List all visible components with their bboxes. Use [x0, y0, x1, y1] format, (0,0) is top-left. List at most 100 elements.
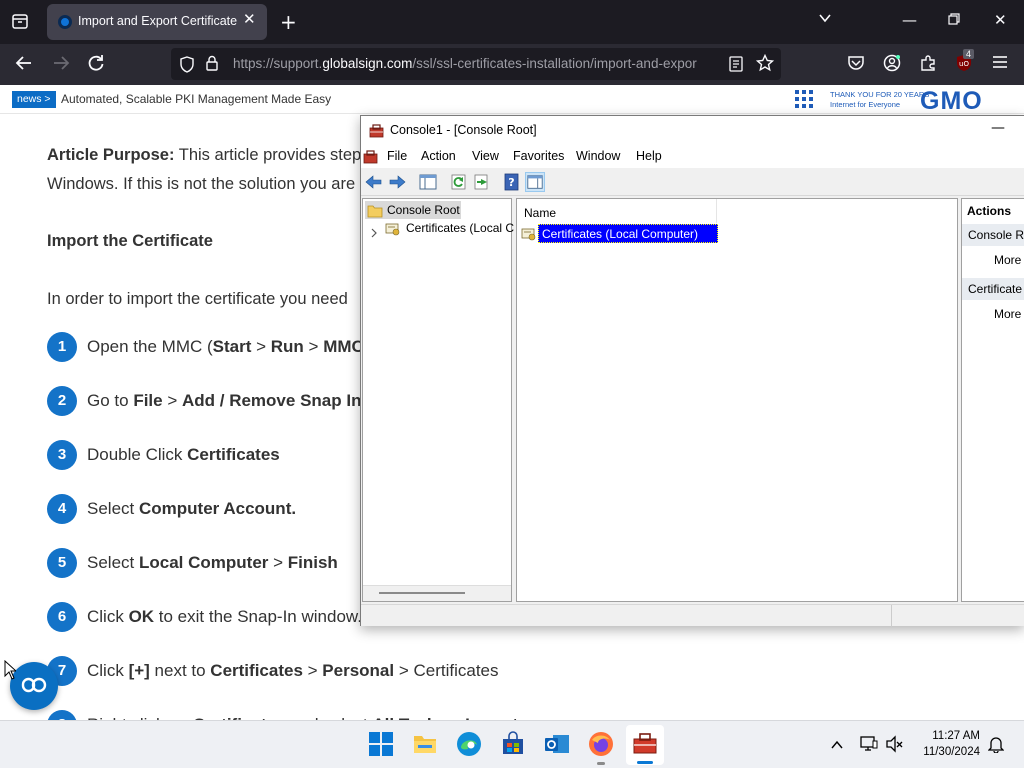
tree-item-console-root[interactable]: Console Root — [365, 201, 461, 219]
svg-text:?: ? — [508, 176, 514, 189]
firefox-icon[interactable] — [588, 731, 614, 765]
menu-action[interactable]: Action — [421, 149, 456, 163]
site-announcement-bar: news > Automated, Scalable PKI Managemen… — [0, 85, 1024, 116]
column-header-label: Name — [524, 206, 557, 220]
mmc-small-toolbox-icon[interactable] — [363, 149, 378, 168]
step-number-badge: 3 — [47, 440, 77, 470]
step-text: Click [+] next to Certificates > Persona… — [87, 661, 499, 680]
account-icon[interactable] — [883, 54, 901, 77]
mmc-show-hide-action-pane-icon[interactable] — [525, 172, 545, 192]
new-tab-icon[interactable]: + — [280, 10, 297, 34]
tab-active[interactable]: Import and Export Certificate - ✕ — [47, 4, 267, 40]
address-bar[interactable]: https://support.globalsign.com/ssl/ssl-c… — [171, 48, 781, 80]
windows-start-icon[interactable] — [368, 731, 394, 757]
tab-overflow-chevron-icon[interactable] — [818, 11, 832, 29]
actions-more-console-root[interactable]: More — [994, 253, 1021, 267]
actions-header: Actions — [967, 204, 1012, 218]
mmc-window[interactable]: Console1 - [Console Root] — File Action … — [360, 115, 1024, 627]
step-text: Click OK to exit the Snap-In window. — [87, 607, 362, 626]
mmc-refresh-icon[interactable] — [449, 172, 469, 192]
chat-icon — [21, 677, 47, 693]
news-headline[interactable]: Automated, Scalable PKI Management Made … — [61, 92, 331, 106]
extensions-puzzle-icon[interactable] — [919, 54, 937, 77]
mmc-menubar: File Action View Favorites Window Help — [361, 146, 1024, 168]
edge-browser-icon[interactable] — [456, 731, 482, 757]
browser-tab-strip: Import and Export Certificate - ✕ + — ✕ — [0, 0, 1024, 44]
globalsign-favicon-icon — [58, 15, 72, 29]
mmc-titlebar[interactable]: Console1 - [Console Root] — — [361, 116, 1024, 146]
gmo-logo[interactable]: GMO — [920, 87, 983, 116]
step-text: Double Click Certificates — [87, 445, 280, 464]
mmc-minimize-icon[interactable]: — — [991, 120, 1005, 136]
mmc-toolbar: ? — [361, 168, 1024, 196]
back-arrow-icon[interactable] — [15, 54, 33, 77]
tab-list-icon[interactable] — [12, 12, 28, 30]
step-number-badge: 2 — [47, 386, 77, 416]
windows-taskbar: 11:27 AM 11/30/2024 — [0, 720, 1024, 768]
actions-section-certificates[interactable]: Certificate — [962, 278, 1024, 300]
console-tree-pane[interactable]: Console Root Certificates (Local C — [362, 198, 515, 602]
menu-favorites[interactable]: Favorites — [513, 149, 564, 163]
certificate-icon — [385, 221, 401, 240]
notification-bell-icon[interactable] — [987, 735, 1005, 757]
tree-item-certificates[interactable]: Certificates (Local C — [383, 219, 515, 240]
lock-icon[interactable] — [205, 55, 219, 76]
navigation-toolbar: https://support.globalsign.com/ssl/ssl-c… — [0, 44, 1024, 85]
column-header-name[interactable]: Name — [517, 199, 717, 223]
menu-file[interactable]: File — [387, 149, 407, 163]
show-hidden-icons-chevron-icon[interactable] — [830, 737, 844, 756]
step-number-badge: 8 — [47, 710, 77, 720]
taskbar-mmc-active[interactable] — [626, 725, 664, 765]
certificate-icon — [521, 226, 537, 245]
mmc-help-icon[interactable]: ? — [502, 172, 522, 192]
tracking-protection-shield-icon[interactable] — [179, 56, 195, 77]
news-badge[interactable]: news > — [12, 91, 56, 108]
mmc-forward-icon[interactable] — [387, 172, 407, 192]
expand-chevron-icon[interactable] — [369, 223, 379, 242]
minimize-icon[interactable]: — — [902, 11, 917, 29]
close-window-icon[interactable]: ✕ — [994, 11, 1007, 29]
reader-view-icon[interactable] — [729, 56, 743, 76]
chat-support-button[interactable] — [10, 662, 58, 710]
tab-close-icon[interactable]: ✕ — [243, 10, 256, 28]
network-display-icon[interactable] — [860, 735, 878, 757]
volume-muted-icon[interactable] — [885, 735, 903, 757]
forward-arrow-icon[interactable] — [52, 54, 70, 77]
taskbar-clock-date[interactable]: 11/30/2024 — [910, 746, 980, 758]
menu-hamburger-icon[interactable] — [992, 54, 1008, 75]
file-explorer-icon[interactable] — [412, 731, 438, 757]
mmc-show-hide-tree-icon[interactable] — [418, 172, 438, 192]
intro-text: In order to import the certificate you n… — [47, 290, 348, 308]
step-text: Select Computer Account. — [87, 499, 297, 518]
taskbar-clock-time[interactable]: 11:27 AM — [918, 730, 980, 742]
url-text[interactable]: https://support.globalsign.com/ssl/ssl-c… — [233, 56, 719, 71]
restore-icon[interactable] — [948, 11, 960, 29]
tab-title: Import and Export Certificate - — [78, 14, 238, 28]
article-purpose-line2: Windows. If this is not the solution you… — [47, 175, 356, 193]
running-indicator — [597, 762, 605, 765]
scrollbar-thumb[interactable] — [379, 592, 465, 594]
tree-horizontal-scrollbar[interactable] — [363, 585, 511, 601]
results-list-pane[interactable]: Name Certificates (Local Computer) — [516, 198, 958, 602]
mmc-back-icon[interactable] — [364, 172, 384, 192]
menu-window[interactable]: Window — [576, 149, 620, 163]
status-divider — [891, 605, 892, 627]
bookmark-star-icon[interactable] — [755, 53, 775, 76]
ublock-origin-icon[interactable]: uO 4 — [955, 49, 975, 73]
menu-view[interactable]: View — [472, 149, 499, 163]
tree-item-label: Certificates (Local C — [406, 221, 515, 235]
step-number-badge: 5 — [47, 548, 77, 578]
microsoft-store-icon[interactable] — [500, 731, 526, 757]
mmc-export-list-icon[interactable] — [472, 172, 492, 192]
step-number-badge: 6 — [47, 602, 77, 632]
step-text: Select Local Computer > Finish — [87, 553, 338, 572]
step-text: Open the MMC (Start > Run > MMC). — [87, 337, 374, 356]
menu-help[interactable]: Help — [636, 149, 662, 163]
pocket-icon[interactable] — [847, 54, 865, 77]
reload-icon[interactable] — [87, 54, 105, 77]
outlook-icon[interactable] — [544, 731, 570, 757]
actions-more-certificates[interactable]: More — [994, 307, 1021, 321]
actions-section-console-root[interactable]: Console Ro — [962, 224, 1024, 246]
list-item-certificates-local-computer[interactable]: Certificates (Local Computer) — [538, 224, 718, 243]
gmo-tagline: THANK YOU FOR 20 YEARS Internet for Ever… — [830, 90, 930, 109]
